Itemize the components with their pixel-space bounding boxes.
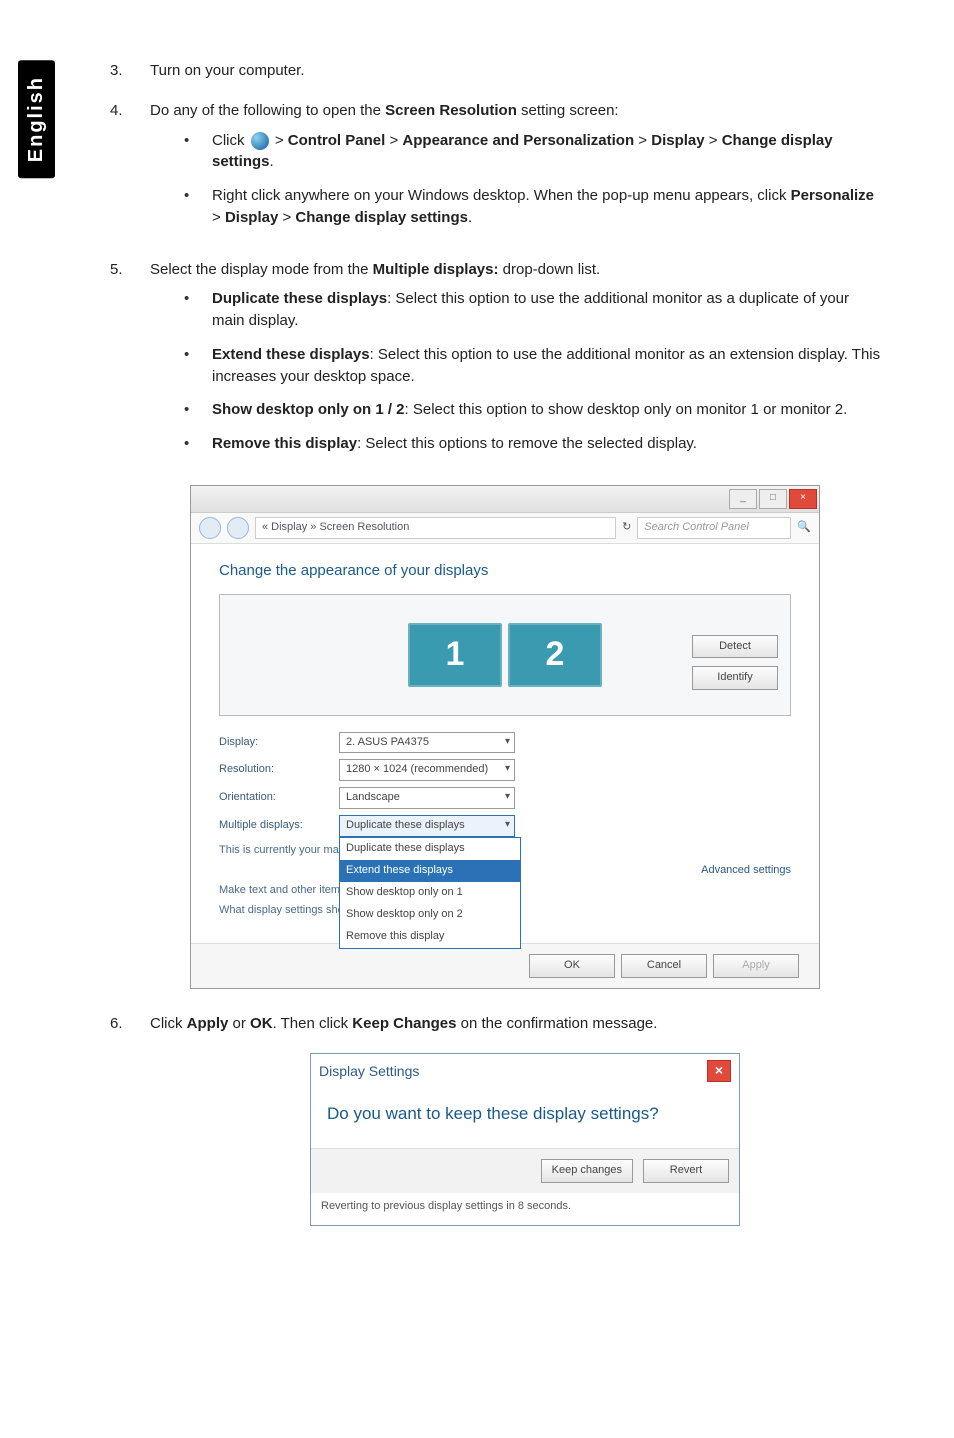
breadcrumb[interactable]: « Display » Screen Resolution	[255, 517, 616, 539]
text: Right click anywhere on your Windows des…	[212, 187, 791, 204]
section-heading: Change the appearance of your displays	[219, 560, 791, 582]
sub-bullet: Right click anywhere on your Windows des…	[212, 185, 884, 229]
display-select[interactable]: 2. ASUS PA4375	[339, 732, 515, 754]
instruction-list: 6. Click Apply or OK. Then click Keep Ch…	[110, 1013, 884, 1035]
bold-term: Personalize	[791, 187, 874, 204]
bold-term: Screen Resolution	[385, 102, 517, 119]
dialog-title: Display Settings	[319, 1061, 419, 1081]
bold-term: Keep Changes	[352, 1015, 456, 1032]
step-text: Click Apply or OK. Then click Keep Chang…	[150, 1013, 884, 1035]
display-settings-dialog-figure: Display Settings × Do you want to keep t…	[310, 1053, 740, 1227]
field-label: Multiple displays:	[219, 818, 329, 834]
text: Click	[212, 132, 249, 149]
text: Click	[150, 1015, 187, 1032]
separator: >	[278, 209, 295, 226]
start-menu-icon	[251, 132, 269, 150]
revert-button[interactable]: Revert	[643, 1159, 729, 1183]
text: .	[468, 209, 472, 226]
dropdown-option[interactable]: Duplicate these displays	[340, 838, 520, 860]
bold-term: Change display settings	[295, 209, 468, 226]
bold-term: Display	[651, 132, 704, 149]
separator: >	[271, 132, 288, 149]
dialog-question: Do you want to keep these display settin…	[311, 1088, 739, 1149]
keep-changes-button[interactable]: Keep changes	[541, 1159, 633, 1183]
separator: >	[212, 209, 225, 226]
bold-term: Duplicate these displays	[212, 290, 387, 307]
text: .	[270, 153, 274, 170]
bold-term: Show desktop only on 1 / 2	[212, 401, 405, 418]
step-number: 6.	[110, 1013, 150, 1035]
sub-bullet: Show desktop only on 1 / 2: Select this …	[212, 399, 884, 421]
countdown-text: Reverting to previous display settings i…	[311, 1193, 739, 1225]
dropdown-option[interactable]: Show desktop only on 1	[340, 882, 520, 904]
orientation-select[interactable]: Landscape	[339, 787, 515, 809]
sub-bullet: Duplicate these displays: Select this op…	[212, 288, 884, 332]
sub-bullet: Extend these displays: Select this optio…	[212, 344, 884, 388]
bold-term: Display	[225, 209, 278, 226]
forward-button[interactable]	[227, 517, 249, 539]
cancel-button[interactable]: Cancel	[621, 954, 707, 978]
identify-button[interactable]: Identify	[692, 666, 778, 690]
ok-button[interactable]: OK	[529, 954, 615, 978]
screen-resolution-dialog-figure: _ □ × « Display » Screen Resolution ↻ Se…	[190, 485, 820, 989]
separator: >	[705, 132, 722, 149]
refresh-icon[interactable]: ↻	[622, 520, 631, 536]
text: : Select this option to show desktop onl…	[405, 401, 848, 418]
instruction-list: 3. Turn on your computer. 4. Do any of t…	[110, 60, 884, 467]
maximize-icon[interactable]: □	[759, 489, 787, 509]
close-icon[interactable]: ×	[789, 489, 817, 509]
text: : Select this options to remove the sele…	[357, 435, 697, 452]
dropdown-option[interactable]: Extend these displays	[340, 860, 520, 882]
search-icon[interactable]: 🔍	[797, 520, 811, 536]
text: on the confirmation message.	[457, 1015, 658, 1032]
step-number: 4.	[110, 100, 150, 241]
search-input[interactable]: Search Control Panel	[637, 517, 791, 539]
text: or	[228, 1015, 250, 1032]
multiple-displays-dropdown: Duplicate these displays Extend these di…	[339, 837, 521, 949]
bold-term: Apply	[187, 1015, 229, 1032]
bold-term: Extend these displays	[212, 346, 370, 363]
display-preview[interactable]: 1 2 Detect Identify	[219, 594, 791, 716]
bold-term: OK	[250, 1015, 273, 1032]
sub-bullet: Remove this display: Select this options…	[212, 433, 884, 455]
step-number: 3.	[110, 60, 150, 82]
bold-term: Control Panel	[288, 132, 386, 149]
dropdown-option[interactable]: Show desktop only on 2	[340, 904, 520, 926]
step-text: Select the display mode from the	[150, 261, 373, 278]
close-icon[interactable]: ×	[707, 1060, 731, 1082]
text: . Then click	[273, 1015, 353, 1032]
detect-button[interactable]: Detect	[692, 635, 778, 659]
step-text: Turn on your computer.	[150, 60, 884, 82]
field-label: Orientation:	[219, 790, 329, 806]
minimize-icon[interactable]: _	[729, 489, 757, 509]
resolution-select[interactable]: 1280 × 1024 (recommended)	[339, 759, 515, 781]
separator: >	[634, 132, 651, 149]
step-text: drop-down list.	[498, 261, 600, 278]
dropdown-option[interactable]: Remove this display	[340, 926, 520, 948]
back-button[interactable]	[199, 517, 221, 539]
multiple-displays-select[interactable]: Duplicate these displays	[339, 815, 515, 837]
window-titlebar: _ □ ×	[191, 486, 819, 513]
field-label: Resolution:	[219, 762, 329, 778]
step-number: 5.	[110, 259, 150, 467]
bold-term: Remove this display	[212, 435, 357, 452]
monitor-1-icon[interactable]: 1	[408, 623, 502, 687]
sub-bullet: Click > Control Panel > Appearance and P…	[212, 130, 884, 174]
address-bar: « Display » Screen Resolution ↻ Search C…	[191, 513, 819, 544]
field-label: Display:	[219, 735, 329, 751]
step-text: setting screen:	[517, 102, 619, 119]
language-tab: English	[18, 60, 55, 178]
separator: >	[385, 132, 402, 149]
step-text: Do any of the following to open the	[150, 102, 385, 119]
bold-term: Appearance and Personalization	[402, 132, 634, 149]
apply-button[interactable]: Apply	[713, 954, 799, 978]
bold-term: Multiple displays:	[373, 261, 499, 278]
monitor-2-icon[interactable]: 2	[508, 623, 602, 687]
